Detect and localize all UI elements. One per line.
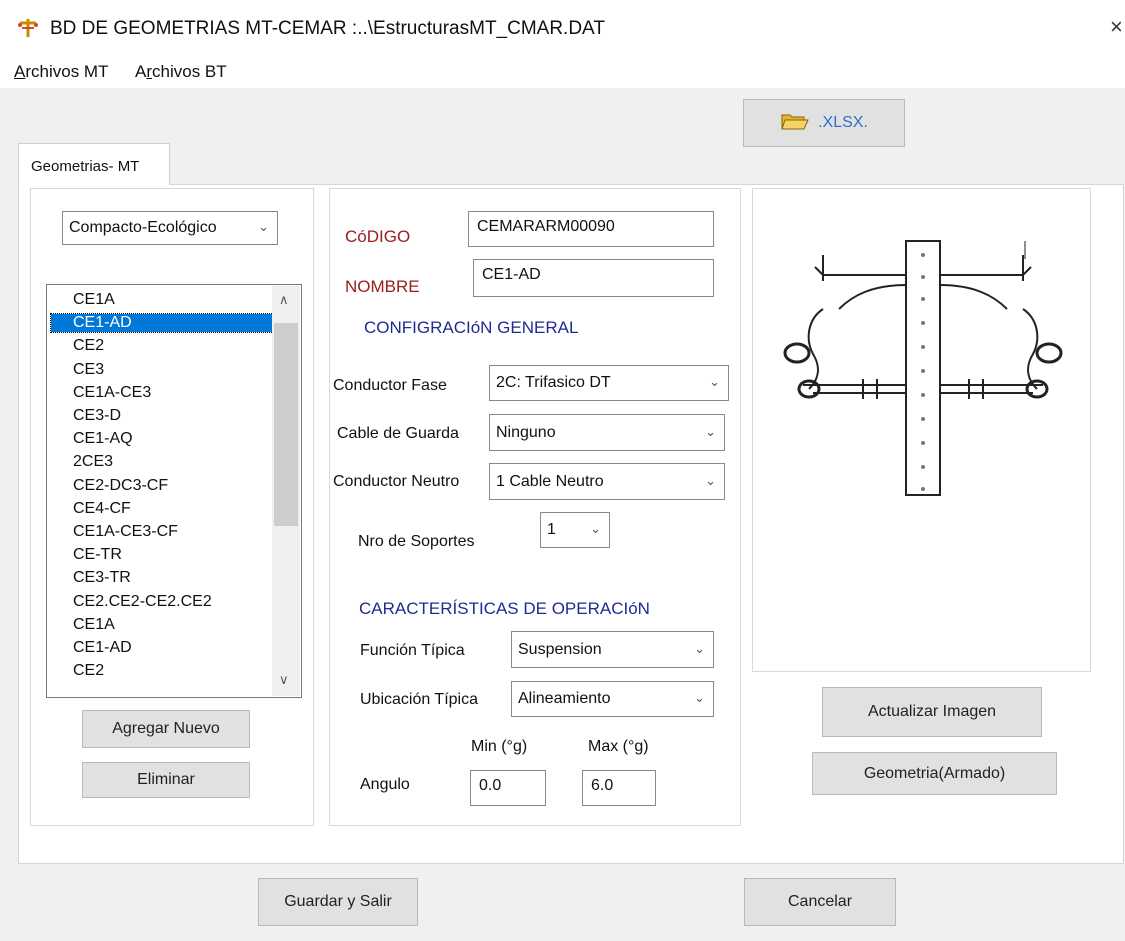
- neutral-conductor-value: 1 Cable Neutro: [496, 472, 604, 490]
- add-new-button[interactable]: Agregar Nuevo: [82, 710, 250, 748]
- category-select-value: Compacto-Ecológico: [69, 219, 217, 236]
- close-icon[interactable]: ×: [1110, 14, 1123, 40]
- category-select[interactable]: Compacto-Ecológico ⌄: [62, 211, 278, 245]
- angle-min-label: Min (°g): [471, 738, 528, 755]
- list-item[interactable]: CE1-AQ: [73, 430, 133, 448]
- chevron-down-icon: ⌄: [694, 640, 705, 656]
- phase-conductor-value: 2C: Trifasico DT: [496, 374, 611, 391]
- neutral-conductor-select[interactable]: 1 Cable Neutro ⌄: [489, 463, 725, 500]
- angle-min-input[interactable]: 0.0: [470, 770, 546, 806]
- supports-select[interactable]: 1 ⌄: [540, 512, 610, 548]
- supports-label: Nro de Soportes: [358, 533, 475, 550]
- structure-image-panel: [752, 188, 1091, 672]
- chevron-down-icon: ⌄: [694, 690, 705, 706]
- function-value: Suspension: [518, 640, 602, 658]
- guard-cable-label: Cable de Guarda: [337, 425, 459, 442]
- guard-cable-value: Ninguno: [496, 423, 556, 441]
- scroll-up-icon[interactable]: ∧: [279, 292, 289, 308]
- scroll-down-icon[interactable]: ∨: [279, 672, 289, 688]
- name-input[interactable]: CE1-AD: [473, 259, 714, 297]
- neutral-conductor-label: Conductor Neutro: [333, 473, 460, 490]
- chevron-down-icon: ⌄: [590, 521, 601, 537]
- scrollbar-thumb[interactable]: [274, 323, 298, 526]
- function-select[interactable]: Suspension ⌄: [511, 631, 714, 668]
- general-config-title: CONFIGRACIóN GENERAL: [364, 318, 579, 337]
- phase-conductor-label: Conductor Fase: [333, 377, 447, 394]
- menu-archivos-mt[interactable]: Archivos MT: [14, 62, 108, 82]
- list-item[interactable]: CE1A: [73, 616, 115, 634]
- list-item[interactable]: CE-TR: [73, 546, 122, 564]
- chevron-down-icon: ⌄: [705, 472, 716, 488]
- list-item[interactable]: CE2: [73, 662, 104, 680]
- structure-list[interactable]: CE1A CE1-AD CE2 CE3 CE1A-CE3 CE3-D CE1-AQ 2CE3 C…: [46, 284, 302, 698]
- list-item-selected[interactable]: CE1-AD: [50, 313, 294, 334]
- location-value: Alineamiento: [518, 690, 611, 707]
- list-item[interactable]: CE2.CE2-CE2.CE2: [73, 593, 212, 611]
- code-label: CóDIGO: [345, 227, 411, 246]
- list-item[interactable]: CE3: [73, 361, 104, 379]
- delete-button[interactable]: Eliminar: [82, 762, 250, 798]
- app-icon: [16, 16, 40, 40]
- geometry-button[interactable]: Geometria(Armado): [812, 752, 1057, 795]
- angle-max-input[interactable]: 6.0: [582, 770, 656, 806]
- list-item[interactable]: CE1A-CE3-CF: [73, 523, 178, 541]
- list-item[interactable]: CE4-CF: [73, 500, 131, 518]
- chevron-down-icon: ⌄: [258, 219, 269, 235]
- code-input[interactable]: CEMARARM00090: [468, 211, 714, 247]
- list-item[interactable]: CE2: [73, 337, 104, 355]
- save-exit-button[interactable]: Guardar y Salir: [258, 878, 418, 926]
- chevron-down-icon: ⌄: [709, 374, 720, 390]
- open-folder-icon: [780, 111, 810, 136]
- location-label: Ubicación Típica: [360, 691, 478, 708]
- location-select[interactable]: Alineamiento ⌄: [511, 681, 714, 717]
- list-item[interactable]: CE1-AD: [73, 639, 132, 657]
- angle-max-label: Max (°g): [588, 738, 649, 755]
- list-item[interactable]: CE2-DC3-CF: [73, 477, 168, 495]
- window-title: BD DE GEOMETRIAS MT-CEMAR :..\Estructura…: [50, 18, 605, 39]
- menu-archivos-bt[interactable]: Archivos BT: [135, 62, 227, 82]
- supports-value: 1: [547, 521, 556, 538]
- guard-cable-select[interactable]: Ninguno ⌄: [489, 414, 725, 451]
- list-item[interactable]: 2CE3: [73, 453, 113, 471]
- operation-title: CARACTERÍSTICAS DE OPERACIóN: [359, 599, 650, 618]
- update-image-button[interactable]: Actualizar Imagen: [822, 687, 1042, 737]
- xlsx-button-label: .XLSX.: [818, 114, 868, 131]
- tab-geometrias-mt[interactable]: Geometrias- MT: [18, 143, 170, 185]
- list-item[interactable]: CE3-TR: [73, 569, 131, 587]
- phase-conductor-select[interactable]: 2C: Trifasico DT ⌄: [489, 365, 729, 401]
- list-item[interactable]: CE3-D: [73, 407, 121, 425]
- name-label: NOMBRE: [345, 277, 420, 296]
- angle-label: Angulo: [360, 776, 410, 793]
- cancel-button[interactable]: Cancelar: [744, 878, 896, 926]
- chevron-down-icon: ⌄: [705, 423, 716, 439]
- function-label: Función Típica: [360, 642, 465, 659]
- xlsx-button[interactable]: .XLSX.: [743, 99, 905, 147]
- list-item[interactable]: CE1A-CE3: [73, 384, 151, 402]
- structure-drawing: [783, 240, 1063, 496]
- list-item[interactable]: CE1A: [73, 291, 115, 309]
